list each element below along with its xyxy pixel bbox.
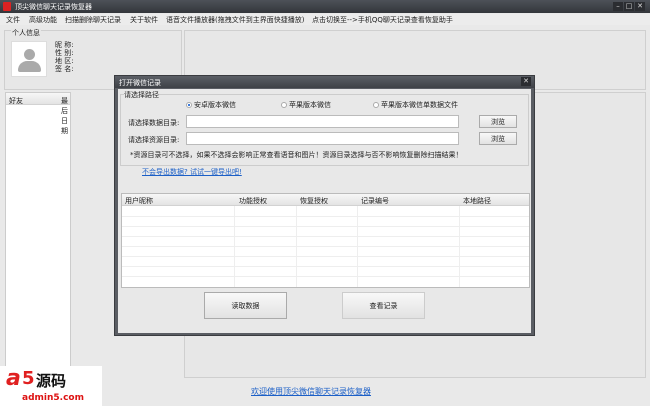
app-icon bbox=[3, 2, 11, 11]
menu-advanced[interactable]: 高级功能 bbox=[29, 15, 57, 25]
menu-file[interactable]: 文件 bbox=[6, 15, 20, 25]
watermark-logo: a 5 源码 admin5.com bbox=[0, 366, 102, 406]
records-table[interactable]: 用户昵称 功能授权 恢复授权 记录编号 本地路径 bbox=[121, 193, 530, 288]
gender-label: 性 别: bbox=[55, 49, 74, 57]
menu-scan-deleted[interactable]: 扫描删除聊天记录 bbox=[65, 15, 121, 25]
column-recover-auth[interactable]: 恢复授权 bbox=[300, 196, 328, 206]
region-label: 地 区: bbox=[55, 57, 74, 65]
dialog-title-bar: 打开微信记录 ✕ bbox=[115, 76, 534, 88]
column-user-nickname[interactable]: 用户昵称 bbox=[125, 196, 153, 206]
user-icon bbox=[24, 49, 35, 60]
title-bar: 顶尖微信聊天记录恢复器 – □ ✕ bbox=[0, 0, 650, 13]
profile-group-label: 个人信息 bbox=[11, 28, 41, 38]
dialog-close-button[interactable]: ✕ bbox=[521, 77, 531, 86]
resource-note: *资源目录可不选择，如果不选择会影响正常查看语音和图片！资源目录选择与否不影响恢… bbox=[130, 151, 463, 159]
avatar bbox=[11, 41, 47, 77]
column-record-id[interactable]: 记录编号 bbox=[361, 196, 389, 206]
browse-res-button[interactable]: 浏览 bbox=[479, 132, 517, 145]
data-dir-label: 请选择数据目录: bbox=[128, 119, 180, 127]
menu-switch-qq[interactable]: 点击切换至-->手机QQ聊天记录查看恢复助手 bbox=[312, 15, 453, 25]
radio-android[interactable]: 安卓版本微信 bbox=[186, 100, 236, 110]
one-click-export-link[interactable]: 不会导出数据? 试试一键导出吧! bbox=[142, 167, 242, 177]
menu-voice-player[interactable]: 语音文件播放器(拖拽文件到主界面快捷播放) bbox=[166, 15, 304, 25]
minimize-button[interactable]: – bbox=[613, 2, 623, 11]
data-dir-input[interactable] bbox=[186, 115, 459, 128]
read-data-button[interactable]: 读取数据 bbox=[204, 292, 287, 319]
watermark-url: admin5.com bbox=[22, 393, 84, 403]
column-last-date[interactable]: 最后日期 bbox=[61, 96, 70, 136]
maximize-button[interactable]: □ bbox=[624, 2, 634, 11]
column-feature-auth[interactable]: 功能授权 bbox=[239, 196, 267, 206]
radio-iphone-single-file[interactable]: 苹果版本微信单数据文件 bbox=[373, 100, 458, 110]
dialog-body: 请选择路径 安卓版本微信 苹果版本微信 苹果版本微信单数据文件 请选择数据目录:… bbox=[118, 89, 531, 333]
radio-iphone[interactable]: 苹果版本微信 bbox=[281, 100, 331, 110]
window-title: 顶尖微信聊天记录恢复器 bbox=[15, 3, 92, 11]
friends-list[interactable]: 好友 最后日期 bbox=[5, 92, 71, 404]
res-dir-label: 请选择资源目录: bbox=[128, 136, 180, 144]
menu-about[interactable]: 关于软件 bbox=[130, 15, 158, 25]
dialog-title: 打开微信记录 bbox=[119, 79, 161, 87]
menu-bar: 文件 高级功能 扫描删除聊天记录 关于软件 语音文件播放器(拖拽文件到主界面快捷… bbox=[0, 14, 650, 25]
signature-label: 签 名: bbox=[55, 65, 74, 73]
res-dir-input[interactable] bbox=[186, 132, 459, 145]
open-wechat-dialog: 打开微信记录 ✕ 请选择路径 安卓版本微信 苹果版本微信 苹果版本微信单数据文件… bbox=[114, 75, 535, 336]
close-button[interactable]: ✕ bbox=[635, 2, 645, 11]
nickname-label: 昵 称: bbox=[55, 41, 74, 49]
column-friend[interactable]: 好友 bbox=[9, 96, 23, 106]
welcome-link[interactable]: 欢迎使用顶尖微信聊天记录恢复器 bbox=[251, 386, 371, 397]
column-local-path[interactable]: 本地路径 bbox=[463, 196, 491, 206]
browse-data-button[interactable]: 浏览 bbox=[479, 115, 517, 128]
path-group-label: 请选择路径 bbox=[124, 90, 159, 100]
view-records-button[interactable]: 查看记录 bbox=[342, 292, 425, 319]
